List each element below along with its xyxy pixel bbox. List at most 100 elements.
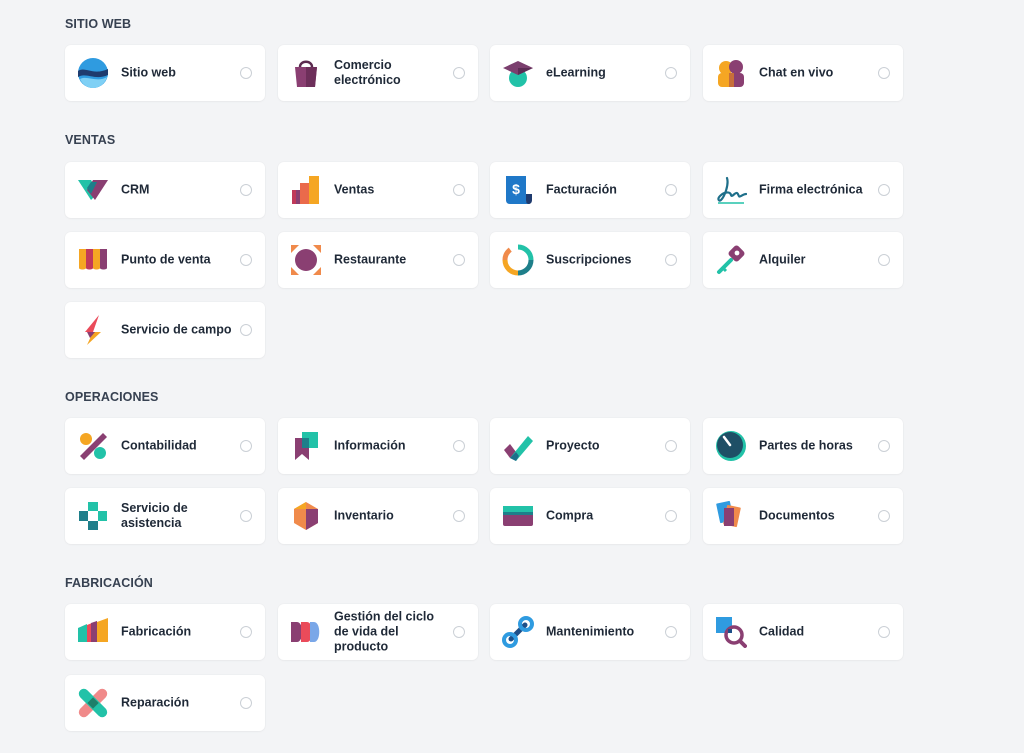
app-card-mantenimiento[interactable]: Mantenimiento	[490, 604, 690, 660]
app-card-facturacion[interactable]: $ Facturación	[490, 162, 690, 218]
select-radio[interactable]	[453, 510, 465, 522]
app-label: CRM	[121, 182, 150, 197]
helpdesk-cross-icon	[77, 500, 109, 532]
app-label: eLearning	[546, 65, 606, 80]
app-card-elearning[interactable]: eLearning	[490, 45, 690, 101]
app-card-fabricacion[interactable]: Fabricación	[65, 604, 265, 660]
app-card-sitio-web[interactable]: Sitio web	[65, 45, 265, 101]
select-radio[interactable]	[665, 440, 677, 452]
select-radio[interactable]	[878, 67, 890, 79]
app-label: Suscripciones	[546, 252, 632, 267]
section-title-ventas: VENTAS	[65, 133, 116, 147]
app-label: Comercio electrónico	[334, 58, 401, 87]
live-chat-icon	[715, 57, 747, 89]
app-card-documentos[interactable]: Documentos	[703, 488, 903, 544]
select-radio[interactable]	[240, 440, 252, 452]
select-radio[interactable]	[878, 254, 890, 266]
select-radio[interactable]	[665, 626, 677, 638]
app-label: Partes de horas	[759, 438, 853, 453]
select-radio[interactable]	[665, 67, 677, 79]
restaurant-icon	[290, 244, 322, 276]
select-radio[interactable]	[240, 184, 252, 196]
app-card-proyecto[interactable]: Proyecto	[490, 418, 690, 474]
app-card-alquiler[interactable]: Alquiler	[703, 232, 903, 288]
select-radio[interactable]	[665, 510, 677, 522]
app-card-comercio-electronico[interactable]: Comercio electrónico	[278, 45, 478, 101]
app-card-reparacion[interactable]: Reparación	[65, 675, 265, 731]
rental-key-icon	[715, 244, 747, 276]
knowledge-bookmark-icon	[290, 430, 322, 462]
select-radio[interactable]	[240, 626, 252, 638]
app-card-chat-en-vivo[interactable]: Chat en vivo	[703, 45, 903, 101]
app-card-restaurante[interactable]: Restaurante	[278, 232, 478, 288]
app-card-compra[interactable]: Compra	[490, 488, 690, 544]
purchase-card-icon	[502, 500, 534, 532]
invoice-icon: $	[502, 174, 534, 206]
select-radio[interactable]	[240, 324, 252, 336]
section-title-fabricacion: FABRICACIÓN	[65, 576, 153, 590]
app-label: Compra	[546, 508, 594, 523]
app-card-plm[interactable]: Gestión del ciclo de vida del producto	[278, 604, 478, 660]
app-label: Servicio de asistencia	[121, 501, 188, 530]
app-card-ventas[interactable]: Ventas	[278, 162, 478, 218]
select-radio[interactable]	[878, 184, 890, 196]
app-card-servicio-de-campo[interactable]: Servicio de campo	[65, 302, 265, 358]
app-card-calidad[interactable]: Calidad	[703, 604, 903, 660]
accounting-percent-icon	[77, 430, 109, 462]
app-label: Servicio de campo	[121, 322, 232, 337]
select-radio[interactable]	[878, 510, 890, 522]
maintenance-wrench-icon	[502, 616, 534, 648]
website-icon	[77, 57, 109, 89]
app-card-punto-de-venta[interactable]: Punto de venta	[65, 232, 265, 288]
app-label: Alquiler	[759, 252, 806, 267]
svg-text:$: $	[512, 181, 520, 197]
select-radio[interactable]	[453, 67, 465, 79]
app-card-inventario[interactable]: Inventario	[278, 488, 478, 544]
select-radio[interactable]	[453, 626, 465, 638]
select-radio[interactable]	[240, 67, 252, 79]
app-selection-page: SITIO WEB Sitio web Comercio electrónico…	[0, 0, 1024, 753]
select-radio[interactable]	[878, 626, 890, 638]
select-radio[interactable]	[878, 440, 890, 452]
manufacturing-factory-icon	[77, 616, 109, 648]
app-card-informacion[interactable]: Información	[278, 418, 478, 474]
app-label: Facturación	[546, 182, 617, 197]
inventory-box-icon	[290, 500, 322, 532]
app-label: Mantenimiento	[546, 624, 635, 639]
app-card-contabilidad[interactable]: Contabilidad	[65, 418, 265, 474]
select-radio[interactable]	[665, 184, 677, 196]
select-radio[interactable]	[453, 184, 465, 196]
quality-magnifier-icon	[715, 616, 747, 648]
section-title-sitio-web: SITIO WEB	[65, 17, 132, 31]
app-card-firma-electronica[interactable]: Firma electrónica	[703, 162, 903, 218]
field-service-bolt-icon	[77, 314, 109, 346]
select-radio[interactable]	[240, 697, 252, 709]
select-radio[interactable]	[453, 440, 465, 452]
select-radio[interactable]	[665, 254, 677, 266]
app-card-suscripciones[interactable]: Suscripciones	[490, 232, 690, 288]
app-label: Reparación	[121, 695, 190, 710]
select-radio[interactable]	[240, 510, 252, 522]
repair-bandage-icon	[77, 687, 109, 719]
documents-icon	[715, 500, 747, 532]
ecommerce-bag-icon	[290, 57, 322, 89]
app-label: Fabricación	[121, 624, 192, 639]
app-label: Firma electrónica	[759, 182, 863, 197]
app-label: Gestión del ciclo de vida del producto	[334, 609, 435, 654]
project-check-icon	[502, 430, 534, 462]
app-card-crm[interactable]: CRM	[65, 162, 265, 218]
app-card-servicio-de-asistencia[interactable]: Servicio de asistencia	[65, 488, 265, 544]
app-label: Punto de venta	[121, 252, 211, 267]
app-label: Calidad	[759, 624, 805, 639]
subscription-cycle-icon	[502, 244, 534, 276]
shop-awning-icon	[77, 244, 109, 276]
graduation-cap-icon	[502, 57, 534, 89]
app-card-partes-de-horas[interactable]: Partes de horas	[703, 418, 903, 474]
timesheet-clock-icon	[715, 430, 747, 462]
select-radio[interactable]	[453, 254, 465, 266]
app-label: Restaurante	[334, 252, 407, 267]
signature-icon	[715, 174, 747, 206]
select-radio[interactable]	[240, 254, 252, 266]
app-label: Contabilidad	[121, 438, 197, 453]
app-label: Inventario	[334, 508, 394, 523]
